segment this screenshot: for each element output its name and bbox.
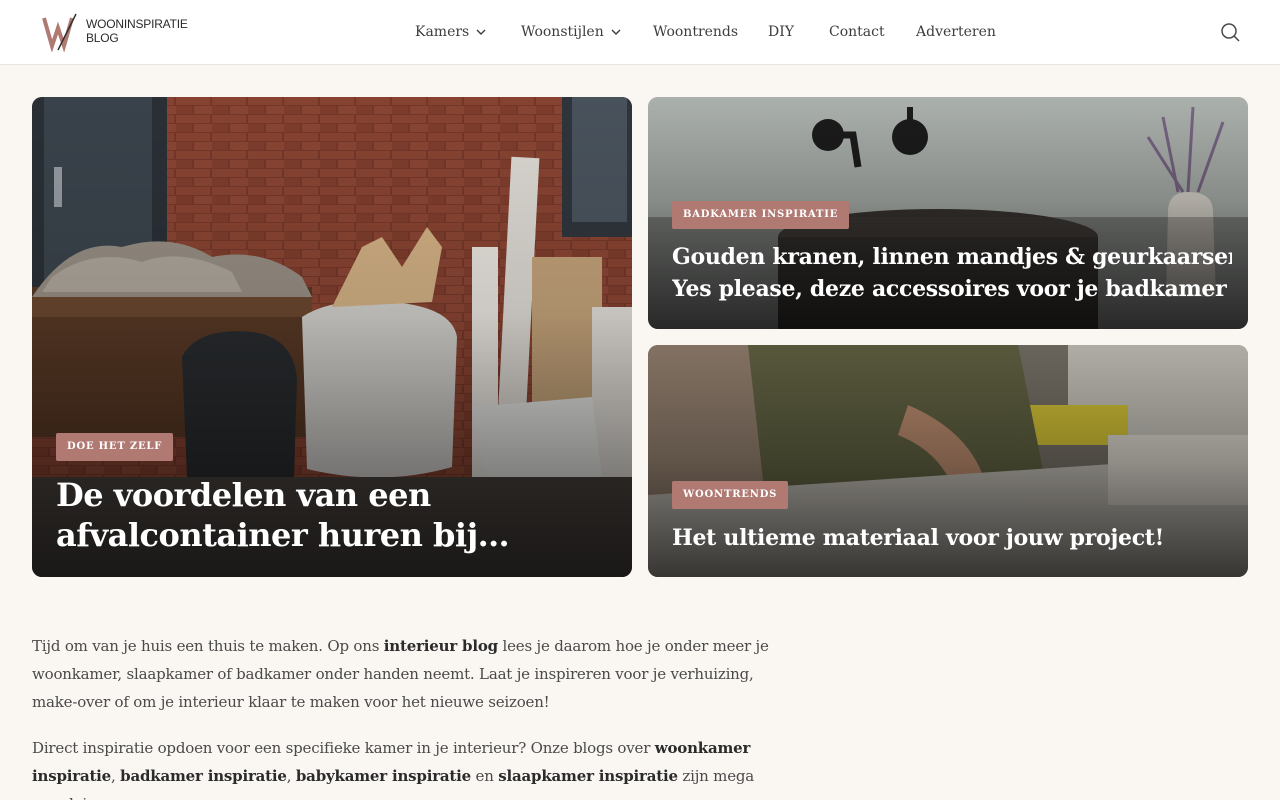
link-slaapkamer-inspiratie[interactable]: slaapkamer inspiratie bbox=[498, 767, 678, 785]
chevron-down-icon bbox=[476, 29, 486, 35]
intro-text-segment: , bbox=[286, 767, 296, 785]
site-logo[interactable]: WOONINSPIRATIE BLOG bbox=[42, 12, 192, 52]
nav-label: Contact bbox=[829, 24, 885, 40]
intro-text-segment: Direct inspiratie opdoen voor een specif… bbox=[32, 739, 655, 757]
intro-paragraph: Tijd om van je huis een thuis te maken. … bbox=[32, 632, 802, 716]
intro-text-segment: en bbox=[470, 767, 499, 785]
intro-paragraph: Direct inspiratie opdoen voor een specif… bbox=[32, 734, 802, 800]
featured-card-diy[interactable]: DOE HET ZELF De voordelen van een afvalc… bbox=[32, 97, 632, 577]
article-title[interactable]: Het ultieme materiaal voor jouw project! bbox=[672, 522, 1232, 554]
site-header: WOONINSPIRATIE BLOG Kamers Woonstijlen W… bbox=[0, 0, 1280, 65]
link-babykamer-inspiratie[interactable]: babykamer inspiratie bbox=[296, 767, 471, 785]
logo-text-line1: WOONINSPIRATIE bbox=[86, 17, 188, 31]
category-badge[interactable]: BADKAMER INSPIRATIE bbox=[672, 201, 850, 229]
search-icon[interactable] bbox=[1219, 21, 1241, 43]
article-title-line: Yes please, deze accessoires voor je bad… bbox=[672, 276, 1232, 302]
nav-label: Woontrends bbox=[653, 24, 739, 40]
link-interieur-blog[interactable]: interieur blog bbox=[384, 637, 498, 655]
intro-text-segment: , bbox=[111, 767, 121, 785]
nav-item-woontrends[interactable]: Woontrends bbox=[653, 22, 738, 42]
featured-card-trends[interactable]: WOONTRENDS Het ultieme materiaal voor jo… bbox=[648, 345, 1248, 577]
article-title[interactable]: Gouden kranen, linnen mandjes & geurkaar… bbox=[672, 241, 1232, 305]
logo-mark-icon bbox=[42, 13, 77, 52]
nav-item-diy[interactable]: DIY bbox=[768, 22, 794, 42]
article-title[interactable]: De voordelen van een afvalcontainer hure… bbox=[56, 475, 596, 555]
nav-label: Kamers bbox=[415, 24, 470, 40]
featured-card-bathroom[interactable]: BADKAMER INSPIRATIE Gouden kranen, linne… bbox=[648, 97, 1248, 329]
nav-item-adverteren[interactable]: Adverteren bbox=[916, 22, 996, 42]
intro-text: Tijd om van je huis een thuis te maken. … bbox=[32, 632, 802, 800]
nav-item-contact[interactable]: Contact bbox=[829, 22, 885, 42]
article-title-line: Gouden kranen, linnen mandjes & geurkaar… bbox=[672, 244, 1232, 270]
nav-label: Adverteren bbox=[916, 24, 996, 40]
link-badkamer-inspiratie[interactable]: badkamer inspiratie bbox=[120, 767, 287, 785]
logo-text-line2: BLOG bbox=[86, 31, 119, 45]
category-badge[interactable]: DOE HET ZELF bbox=[56, 433, 174, 461]
nav-item-kamers[interactable]: Kamers bbox=[415, 22, 487, 42]
category-badge[interactable]: WOONTRENDS bbox=[672, 481, 789, 509]
intro-text-segment: Tijd om van je huis een thuis te maken. … bbox=[32, 637, 384, 655]
nav-item-woonstijlen[interactable]: Woonstijlen bbox=[521, 22, 622, 42]
nav-label: Woonstijlen bbox=[521, 24, 604, 40]
chevron-down-icon bbox=[611, 29, 621, 35]
nav-label: DIY bbox=[768, 24, 794, 40]
